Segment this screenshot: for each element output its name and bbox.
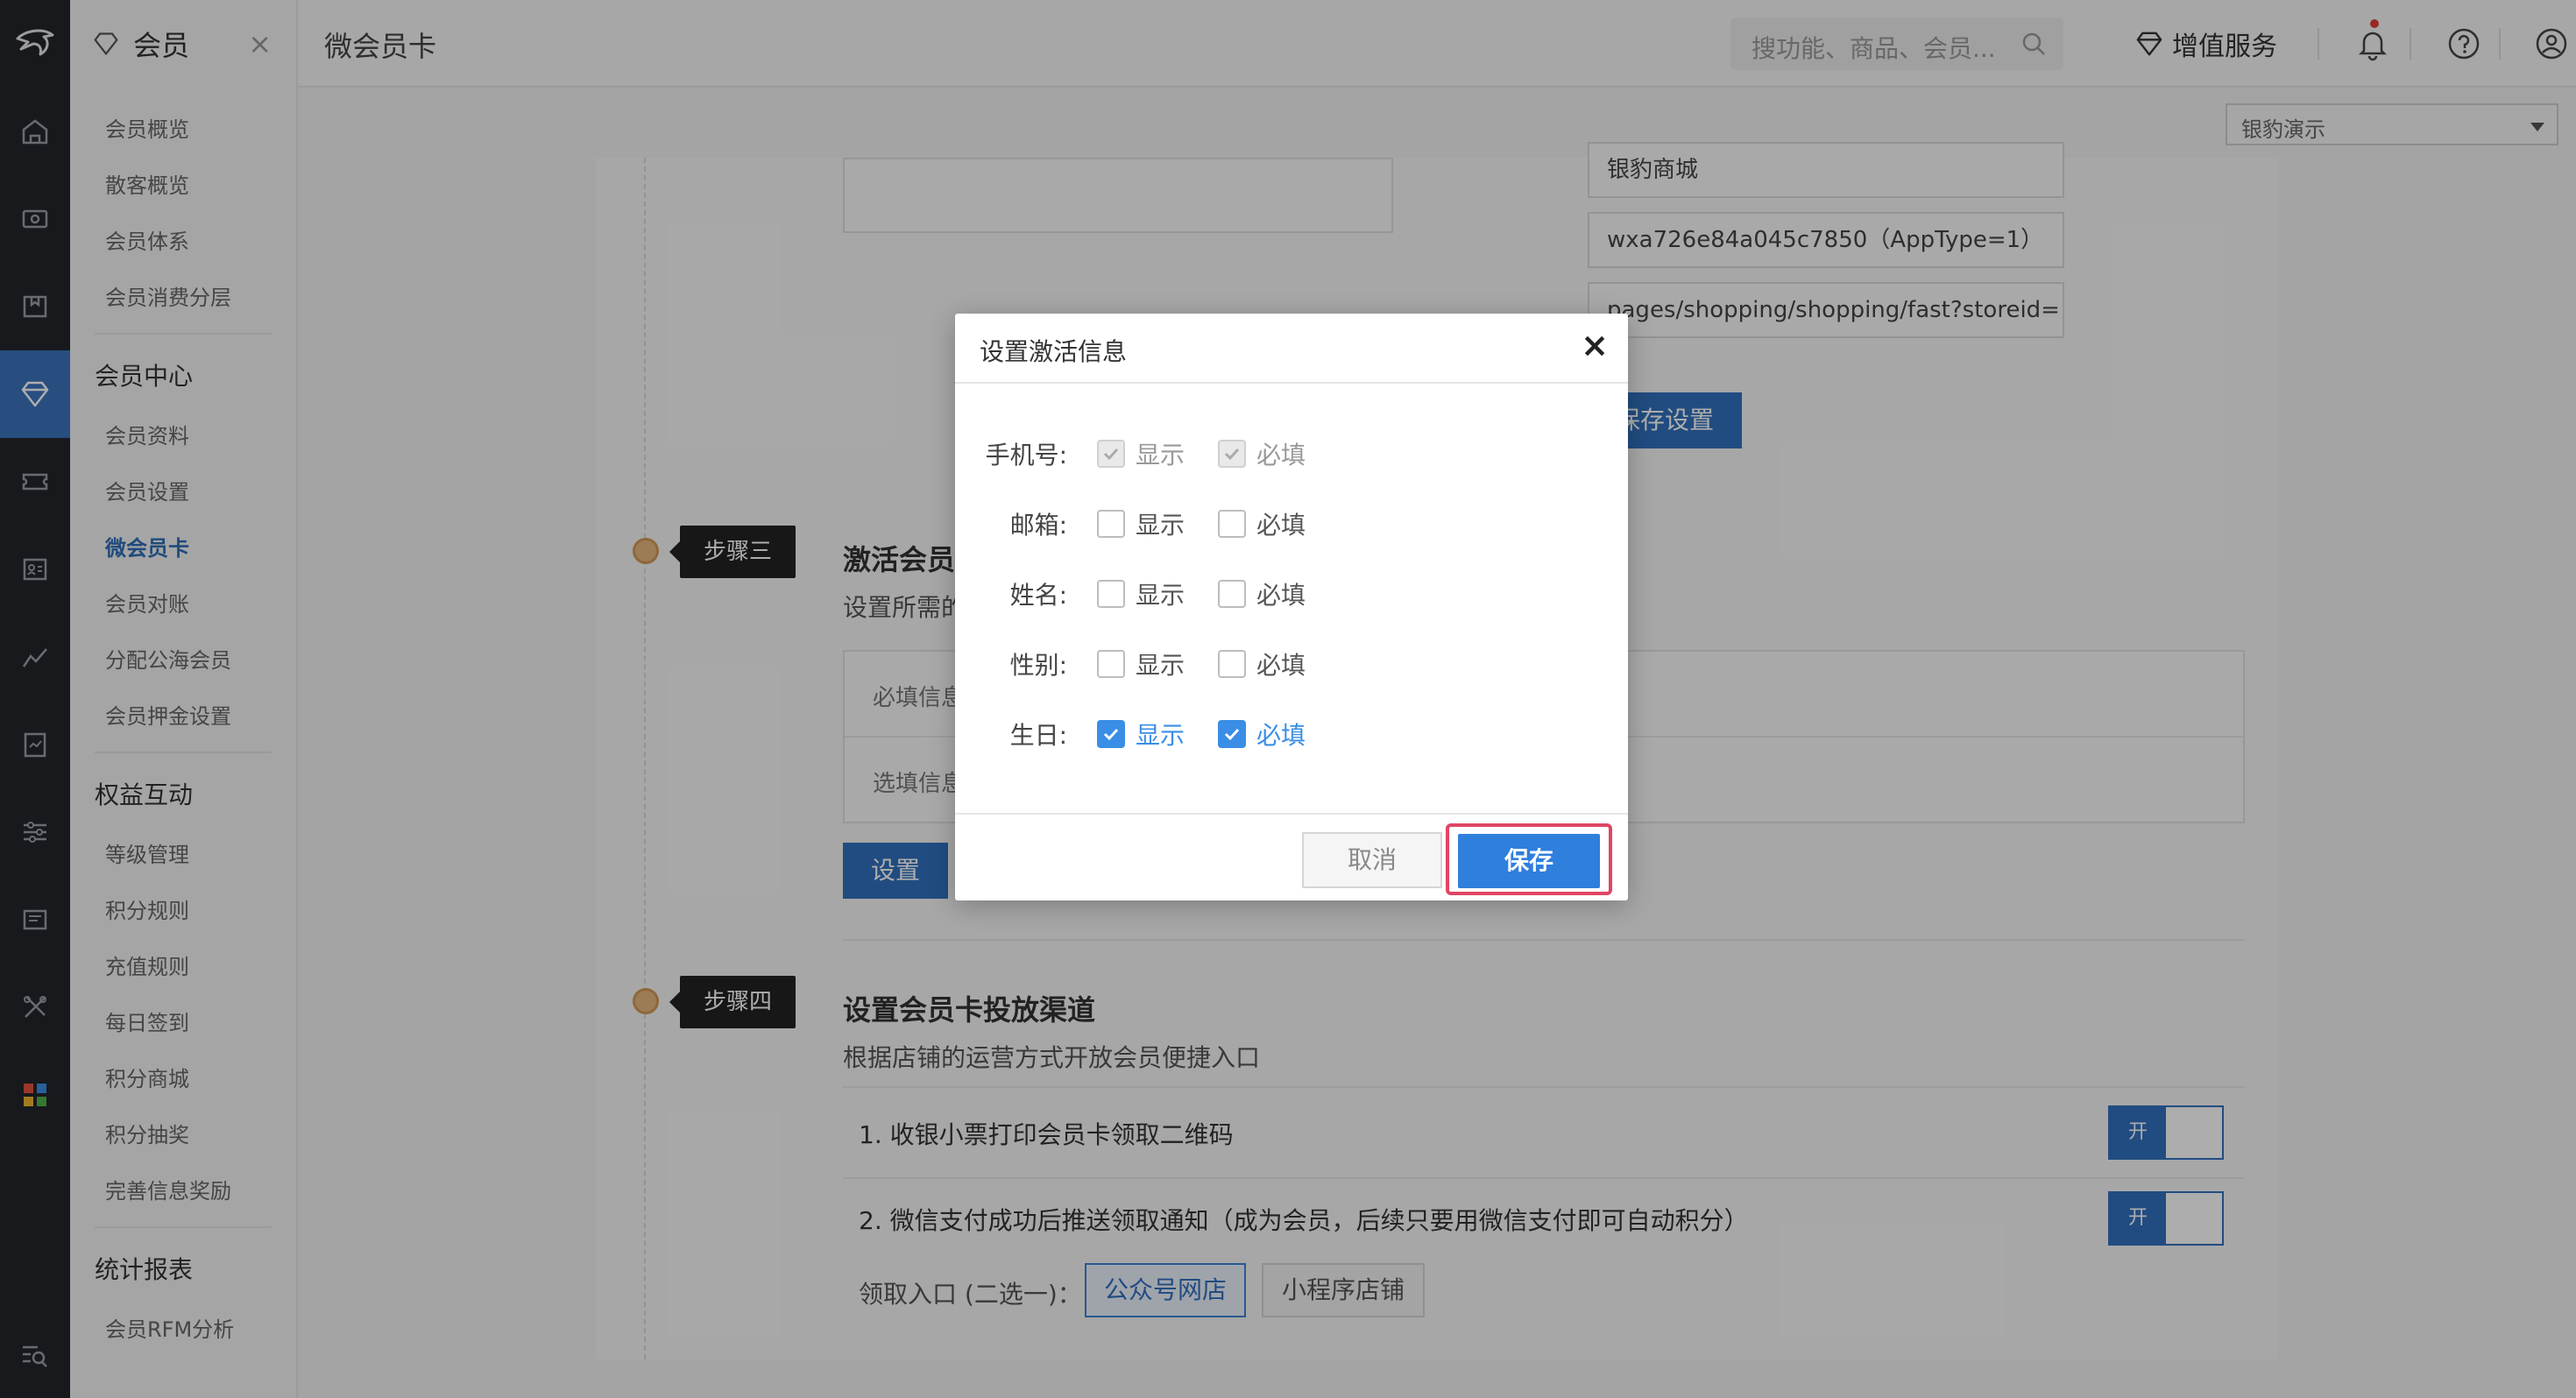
- email-required-checkbox[interactable]: [1218, 510, 1246, 538]
- field-row-birthday: 生日: 显示 必填: [955, 699, 1628, 769]
- name-show-checkbox[interactable]: [1097, 580, 1125, 608]
- dialog-header: 设置激活信息 ×: [955, 314, 1628, 384]
- cancel-button[interactable]: 取消: [1302, 832, 1442, 888]
- check-icon: [1224, 448, 1240, 461]
- birthday-required-label[interactable]: 必填: [1256, 717, 1306, 752]
- name-show-label[interactable]: 显示: [1136, 576, 1185, 611]
- name-required-checkbox[interactable]: [1218, 580, 1246, 608]
- phone-show-label: 显示: [1136, 441, 1185, 470]
- field-row-phone: 手机号: 显示 必填: [955, 419, 1628, 489]
- save-button-highlight: 保存: [1446, 823, 1612, 895]
- field-row-name: 姓名: 显示 必填: [955, 559, 1628, 629]
- gender-show-checkbox[interactable]: [1097, 650, 1125, 678]
- save-button[interactable]: 保存: [1458, 834, 1600, 888]
- field-label-email: 邮箱:: [1009, 511, 1067, 540]
- phone-required-checkbox: [1218, 440, 1246, 468]
- field-label-phone: 手机号:: [985, 441, 1067, 470]
- phone-required-label: 必填: [1256, 441, 1306, 470]
- birthday-show-label[interactable]: 显示: [1136, 717, 1185, 752]
- close-icon[interactable]: ×: [1581, 328, 1609, 363]
- phone-show-checkbox: [1097, 440, 1125, 468]
- gender-show-label[interactable]: 显示: [1136, 646, 1185, 681]
- check-icon: [1103, 728, 1119, 741]
- dialog-footer: 取消 保存: [955, 813, 1628, 900]
- check-icon: [1103, 448, 1119, 461]
- field-label-name: 姓名:: [1009, 581, 1067, 610]
- dialog-title: 设置激活信息: [980, 337, 1128, 366]
- check-icon: [1224, 728, 1240, 741]
- birthday-show-checkbox[interactable]: [1097, 720, 1125, 748]
- email-show-checkbox[interactable]: [1097, 510, 1125, 538]
- field-row-email: 邮箱: 显示 必填: [955, 489, 1628, 559]
- field-label-gender: 性别:: [1009, 651, 1067, 680]
- activation-info-dialog: 设置激活信息 × 手机号: 显示 必填 邮箱: 显示 必填 姓名: 显示 必填 …: [955, 314, 1628, 900]
- gender-required-label[interactable]: 必填: [1256, 646, 1306, 681]
- field-row-gender: 性别: 显示 必填: [955, 629, 1628, 699]
- email-required-label[interactable]: 必填: [1256, 506, 1306, 541]
- field-label-birthday: 生日:: [1009, 721, 1067, 750]
- email-show-label[interactable]: 显示: [1136, 506, 1185, 541]
- name-required-label[interactable]: 必填: [1256, 576, 1306, 611]
- gender-required-checkbox[interactable]: [1218, 650, 1246, 678]
- birthday-required-checkbox[interactable]: [1218, 720, 1246, 748]
